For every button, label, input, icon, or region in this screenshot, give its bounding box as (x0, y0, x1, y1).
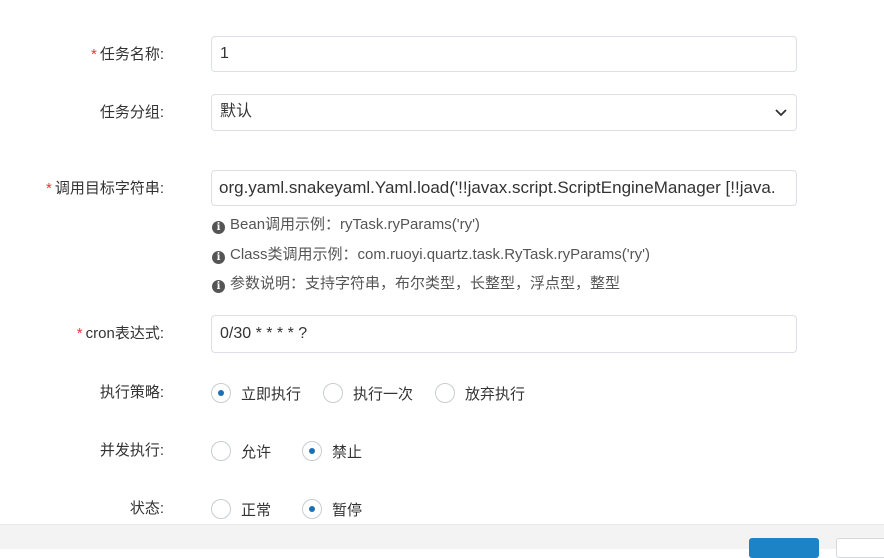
status-radio-group: 正常 暂停 (211, 490, 384, 528)
misfire-option-immediate[interactable]: 立即执行 (211, 383, 301, 404)
radio-button[interactable] (211, 383, 231, 403)
status-option-normal[interactable]: 正常 (211, 499, 271, 520)
radio-button[interactable] (211, 441, 231, 461)
status-label: 状态: (129, 500, 164, 517)
radio-button[interactable] (211, 499, 231, 519)
required-mark: * (90, 46, 97, 63)
concurrent-label: 并发执行: (99, 442, 164, 459)
job-name-label: * 任务名称: (90, 46, 164, 63)
radio-button[interactable] (435, 383, 456, 403)
job-group-label: 任务分组: (99, 104, 164, 121)
job-group-selected: 默认 (220, 103, 253, 120)
cron-expression-input[interactable]: 0/30 * * * * ? (211, 315, 797, 353)
info-circle-icon: i (212, 280, 225, 293)
job-group-select[interactable]: 默认 (211, 94, 797, 131)
chevron-down-icon (775, 109, 787, 117)
radio-button[interactable] (323, 383, 344, 403)
job-name-input[interactable]: 1 (211, 36, 797, 72)
concurrent-option-allow[interactable]: 允许 (211, 441, 271, 462)
concurrent-option-forbid[interactable]: 禁止 (302, 441, 362, 462)
radio-button[interactable] (302, 441, 323, 461)
radio-button[interactable] (302, 499, 323, 519)
concurrent-radio-group: 允许 禁止 (211, 432, 384, 470)
confirm-button[interactable] (749, 538, 819, 558)
info-circle-icon: i (212, 221, 225, 234)
invoke-target-input[interactable]: org.yaml.snakeyaml.Yaml.load('!!javax.sc… (211, 170, 797, 206)
required-mark: * (76, 325, 83, 342)
misfire-option-once[interactable]: 执行一次 (323, 383, 413, 404)
required-mark: * (45, 180, 52, 197)
cron-label: * cron表达式: (76, 325, 164, 342)
info-circle-icon: i (212, 251, 225, 264)
hint-bean-example: i Bean调用示例：ryTask.ryParams('ry') (212, 215, 480, 235)
hint-class-example: i Class类调用示例：com.ruoyi.quartz.task.RyTask… (212, 245, 650, 265)
misfire-policy-label: 执行策略: (99, 384, 164, 401)
misfire-option-abandon[interactable]: 放弃执行 (435, 383, 525, 404)
invoke-target-label: * 调用目标字符串: (45, 180, 164, 197)
status-option-paused[interactable]: 暂停 (302, 499, 362, 520)
cancel-button[interactable] (836, 538, 884, 558)
misfire-policy-radio-group: 立即执行 执行一次 放弃执行 (211, 374, 547, 412)
hint-param-desc: i 参数说明：支持字符串，布尔类型，长整型，浮点型，整型 (212, 274, 620, 294)
